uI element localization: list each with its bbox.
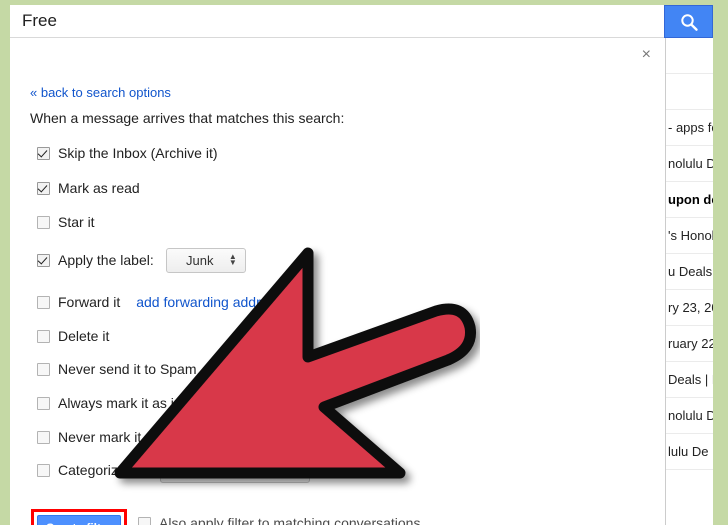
search-header	[10, 5, 713, 38]
option-label: Never send it to Spam	[58, 361, 197, 377]
list-item[interactable]: nolulu De	[666, 146, 713, 182]
option-row-star-it[interactable]: Star it	[37, 211, 95, 233]
list-item[interactable]: u Deals |	[666, 254, 713, 290]
list-item[interactable]: upon de	[666, 182, 713, 218]
checkbox-forward-it[interactable]	[37, 295, 50, 309]
checkbox-always-important[interactable]	[37, 396, 50, 410]
option-label: Skip the Inbox (Archive it)	[58, 145, 218, 161]
option-label: Delete it	[58, 328, 110, 344]
option-row-apply-label[interactable]: Apply the label: Junk ▲ ▼	[37, 247, 246, 273]
option-label: Apply the label:	[58, 252, 154, 268]
label-select-value: Junk	[186, 252, 214, 268]
option-row-never-send-spam[interactable]: Never send it to Spam	[37, 358, 197, 380]
dialog-prompt: When a message arrives that matches this…	[30, 110, 345, 126]
mail-subject: lulu De	[668, 444, 709, 459]
list-item[interactable]: 's Honolu	[666, 218, 713, 254]
option-label: Categorize as:	[58, 462, 149, 478]
search-input[interactable]	[18, 7, 666, 35]
category-select-value: Choose category...	[175, 462, 284, 478]
mail-subject: 's Honolu	[668, 228, 713, 243]
option-label: Forward it	[58, 294, 121, 310]
list-item[interactable]: nolulu D	[666, 398, 713, 434]
mail-subject: ruary 22,	[668, 336, 713, 351]
search-icon	[681, 14, 698, 31]
screen: - apps fo nolulu De upon de 's Honolu u …	[0, 0, 728, 525]
checkbox-also-apply[interactable]	[138, 516, 151, 525]
mail-subject: u Deals |	[668, 264, 713, 279]
checkbox-apply-label[interactable]	[37, 253, 50, 267]
mail-list[interactable]: - apps fo nolulu De upon de 's Honolu u …	[666, 38, 713, 525]
stepper-arrows-icon: ▲ ▼	[228, 252, 237, 267]
mail-subject: Deals | F	[668, 372, 713, 387]
option-row-mark-as-read[interactable]: Mark as read	[37, 177, 140, 199]
mail-subject: nolulu D	[668, 408, 713, 423]
option-label: Mark as read	[58, 180, 140, 196]
option-row-never-important[interactable]: Never mark it as important	[37, 426, 222, 448]
list-item[interactable]: Deals | F	[666, 362, 713, 398]
mail-subject: upon de	[668, 192, 713, 207]
option-label: Never mark it as important	[58, 429, 223, 445]
back-to-search-options-link[interactable]: « back to search options	[30, 85, 171, 100]
checkbox-mark-as-read[interactable]	[37, 181, 50, 195]
checkbox-skip-inbox[interactable]	[37, 146, 50, 160]
category-select[interactable]: Choose category... ▲ ▼	[160, 457, 311, 483]
option-label: Also apply filter to matching conversati…	[159, 515, 425, 525]
option-row-also-apply[interactable]: Also apply filter to matching conversati…	[138, 516, 424, 525]
option-label: Star it	[58, 214, 95, 230]
checkbox-delete-it[interactable]	[37, 329, 50, 343]
list-item[interactable]	[666, 74, 713, 110]
gmail-content-plate: - apps fo nolulu De upon de 's Honolu u …	[10, 5, 713, 525]
close-icon[interactable]: ×	[642, 47, 651, 63]
list-item[interactable]: ruary 22,	[666, 326, 713, 362]
option-row-delete-it[interactable]: Delete it	[37, 325, 109, 347]
label-select[interactable]: Junk ▲ ▼	[165, 247, 246, 273]
list-item[interactable]	[666, 38, 713, 74]
option-row-always-important[interactable]: Always mark it as important	[37, 392, 229, 414]
mail-subject: ry 23, 20	[668, 300, 713, 315]
option-label: Always mark it as important	[58, 395, 230, 411]
mail-subject: - apps fo	[668, 120, 713, 135]
search-button[interactable]	[664, 5, 713, 38]
mail-subject: nolulu De	[668, 156, 713, 171]
option-row-categorize-as[interactable]: Categorize as: Choose category... ▲ ▼	[37, 457, 311, 483]
checkbox-categorize-as[interactable]	[37, 463, 50, 477]
add-forwarding-address-link[interactable]: add forwarding address	[136, 294, 282, 310]
list-item[interactable]: lulu De	[666, 434, 713, 470]
option-row-forward-it[interactable]: Forward it add forwarding address	[37, 291, 283, 313]
create-filter-dialog: × « back to search options When a messag…	[10, 38, 666, 525]
option-row-skip-inbox[interactable]: Skip the Inbox (Archive it)	[37, 142, 218, 164]
checkbox-never-important[interactable]	[37, 430, 50, 444]
checkbox-star-it[interactable]	[37, 215, 50, 229]
create-filter-highlight-box: Create filter	[31, 509, 127, 525]
list-item[interactable]: ry 23, 20	[666, 290, 713, 326]
list-item[interactable]: - apps fo	[666, 110, 713, 146]
create-filter-button[interactable]: Create filter	[37, 515, 121, 525]
checkbox-never-send-spam[interactable]	[37, 362, 50, 376]
stepper-arrows-icon: ▲ ▼	[293, 462, 302, 477]
